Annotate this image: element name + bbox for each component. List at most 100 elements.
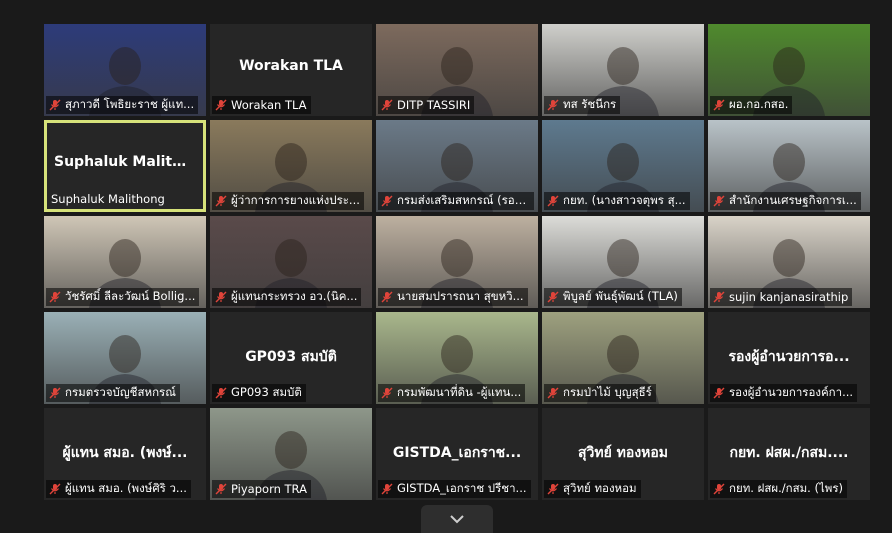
participant-name-text: กรมป่าไม้ บุญสุธีร์ xyxy=(563,385,652,399)
participant-name-text: DITP TASSIRI xyxy=(397,98,471,112)
participant-tile[interactable]: สำนักงานเศรษฐกิจการเ... xyxy=(708,120,870,212)
participant-name-text: สุวิทย์ ทองหอม xyxy=(563,481,637,495)
participant-name-text: รองผู้อำนวยการองค์กา... xyxy=(729,385,854,399)
microphone-muted-icon xyxy=(215,99,227,111)
microphone-muted-icon xyxy=(49,99,61,111)
participant-name-text: ผู้แทน สมอ. (พงษ์ศิริ ว... xyxy=(65,481,187,495)
participant-name-label: Worakan TLA xyxy=(212,96,311,114)
participant-tile[interactable]: DITP TASSIRI xyxy=(376,24,538,116)
participant-name-text: ผู้แทนกระทรวง อว.(นิค... xyxy=(231,289,358,303)
microphone-muted-icon xyxy=(713,195,725,207)
microphone-muted-icon xyxy=(547,99,559,111)
participant-name-label: นายสมปรารถนา สุขหวิ... xyxy=(378,288,528,306)
microphone-muted-icon xyxy=(49,291,61,303)
participant-name-text: กยท. ฝสผ./กสม. (ไพร) xyxy=(729,481,844,495)
participant-name-label: กรมป่าไม้ บุญสุธีร์ xyxy=(544,384,656,402)
participant-tile[interactable]: กรมพัฒนาที่ดิน -ผู้แทน... xyxy=(376,312,538,404)
participant-name-text: ผู้ว่าการการยางแห่งประ... xyxy=(231,193,360,207)
microphone-muted-icon xyxy=(381,387,393,399)
participant-tile[interactable]: กรมป่าไม้ บุญสุธีร์ xyxy=(542,312,704,404)
participant-name-label: วัชรัศมิ์ ลีละวัฒน์ Bollig... xyxy=(46,288,200,306)
participant-name-text: สำนักงานเศรษฐกิจการเ... xyxy=(729,193,857,207)
participant-name-text: กรมพัฒนาที่ดิน -ผู้แทน... xyxy=(397,385,522,399)
participant-name-label: สุภาวดี โพธิยะราช ผู้แท... xyxy=(46,96,199,114)
participant-name-label: กรมตรวจบัญชีสหกรณ์ xyxy=(46,384,180,402)
microphone-muted-icon xyxy=(49,483,61,495)
microphone-muted-icon xyxy=(381,483,393,495)
collapse-gallery-button[interactable] xyxy=(421,505,493,533)
participant-tile[interactable]: วัชรัศมิ์ ลีละวัฒน์ Bollig... xyxy=(44,216,206,308)
microphone-muted-icon xyxy=(547,195,559,207)
participant-name-label: กยท. (นางสาวจตุพร สุ... xyxy=(544,192,690,210)
participant-name-label: sujin kanjanasirathip xyxy=(710,288,853,306)
participant-tile[interactable]: GISTDA_เอกราช... GISTDA_เอกราช ปรีชา... xyxy=(376,408,538,500)
microphone-muted-icon xyxy=(713,387,725,399)
participant-tile[interactable]: ผอ.กอ.กสอ. xyxy=(708,24,870,116)
microphone-muted-icon xyxy=(713,483,725,495)
microphone-muted-icon xyxy=(547,387,559,399)
participant-tile[interactable]: กรมส่งเสริมสหกรณ์ (รองอ... xyxy=(376,120,538,212)
video-grid: สุภาวดี โพธิยะราช ผู้แท... Worakan TLA Wor… xyxy=(44,24,870,500)
participant-tile[interactable]: Suphaluk Malith... Suphaluk Malithong xyxy=(44,120,206,212)
participant-name-text: กยท. (นางสาวจตุพร สุ... xyxy=(563,193,686,207)
participant-tile[interactable]: สุภาวดี โพธิยะราช ผู้แท... xyxy=(44,24,206,116)
participant-name-label: กรมส่งเสริมสหกรณ์ (รองอ... xyxy=(378,192,534,210)
participant-tile[interactable]: กยท. (นางสาวจตุพร สุ... xyxy=(542,120,704,212)
participant-display-name: Suphaluk Malith... xyxy=(54,154,199,170)
participant-tile[interactable]: กรมตรวจบัญชีสหกรณ์ xyxy=(44,312,206,404)
participant-name-label: กยท. ฝสผ./กสม. (ไพร) xyxy=(710,480,848,498)
participant-name-label: รองผู้อำนวยการองค์กา... xyxy=(710,384,858,402)
participant-name-label: ผู้ว่าการการยางแห่งประ... xyxy=(212,192,364,210)
microphone-muted-icon xyxy=(713,291,725,303)
participant-name-text: sujin kanjanasirathip xyxy=(729,290,849,304)
participant-name-label: GP093 สมบัติ xyxy=(212,384,306,402)
microphone-muted-icon xyxy=(381,99,393,111)
participant-tile[interactable]: ผู้แทนกระทรวง อว.(นิค... xyxy=(210,216,372,308)
participant-tile[interactable]: ผู้ว่าการการยางแห่งประ... xyxy=(210,120,372,212)
participant-name-text: Suphaluk Malithong xyxy=(51,192,165,206)
participant-name-label: ผู้แทน สมอ. (พงษ์ศิริ ว... xyxy=(46,480,191,498)
participant-name-label: ผู้แทนกระทรวง อว.(นิค... xyxy=(212,288,362,306)
participant-tile[interactable]: รองผู้อำนวยการอ... รองผู้อำนวยการองค์กา..… xyxy=(708,312,870,404)
participant-name-label: ทส รัชนีกร xyxy=(544,96,621,114)
participant-display-name: GISTDA_เอกราช... xyxy=(392,445,522,461)
participant-tile[interactable]: Piyaporn TRA xyxy=(210,408,372,500)
participant-name-text: นายสมปรารถนา สุขหวิ... xyxy=(397,289,524,303)
microphone-muted-icon xyxy=(215,387,227,399)
microphone-muted-icon xyxy=(215,291,227,303)
participant-name-text: วัชรัศมิ์ ลีละวัฒน์ Bollig... xyxy=(65,289,196,303)
microphone-muted-icon xyxy=(215,483,227,495)
chevron-down-icon xyxy=(450,515,464,524)
participant-tile[interactable]: กยท. ฝสผ./กสม.... กยท. ฝสผ./กสม. (ไพร) xyxy=(708,408,870,500)
participant-tile[interactable]: Worakan TLA Worakan TLA xyxy=(210,24,372,116)
participant-name-text: Piyaporn TRA xyxy=(231,482,307,496)
participant-display-name: ผู้แทน สมอ. (พงษ์... xyxy=(62,445,188,461)
participant-tile[interactable]: พิบูลย์ พันธุ์พัฒน์ (TLA) xyxy=(542,216,704,308)
participant-tile[interactable]: GP093 สมบัติ GP093 สมบัติ xyxy=(210,312,372,404)
participant-tile[interactable]: สุวิทย์ ทองหอม สุวิทย์ ทองหอม xyxy=(542,408,704,500)
microphone-muted-icon xyxy=(49,387,61,399)
participant-tile[interactable]: ทส รัชนีกร xyxy=(542,24,704,116)
participant-display-name: สุวิทย์ ทองหอม xyxy=(577,445,669,461)
participant-tile[interactable]: sujin kanjanasirathip xyxy=(708,216,870,308)
microphone-muted-icon xyxy=(547,291,559,303)
participant-display-name: GP093 สมบัติ xyxy=(245,349,337,365)
participant-tile[interactable]: ผู้แทน สมอ. (พงษ์... ผู้แทน สมอ. (พงษ์ศิร… xyxy=(44,408,206,500)
participant-tile[interactable]: นายสมปรารถนา สุขหวิ... xyxy=(376,216,538,308)
participant-name-text: GISTDA_เอกราช ปรีชา... xyxy=(397,481,527,495)
participant-name-label: DITP TASSIRI xyxy=(378,96,475,114)
participant-name-label: สุวิทย์ ทองหอม xyxy=(544,480,641,498)
participant-name-text: ผอ.กอ.กสอ. xyxy=(729,97,789,111)
participant-name-text: ทส รัชนีกร xyxy=(563,97,617,111)
participant-name-text: กรมส่งเสริมสหกรณ์ (รองอ... xyxy=(397,193,530,207)
microphone-muted-icon xyxy=(381,195,393,207)
participant-name-label: พิบูลย์ พันธุ์พัฒน์ (TLA) xyxy=(544,288,682,306)
participant-name-label: ผอ.กอ.กสอ. xyxy=(710,96,793,114)
microphone-muted-icon xyxy=(713,99,725,111)
participant-name-label: Suphaluk Malithong xyxy=(48,190,169,208)
participant-name-label: สำนักงานเศรษฐกิจการเ... xyxy=(710,192,861,210)
microphone-muted-icon xyxy=(547,483,559,495)
microphone-muted-icon xyxy=(215,195,227,207)
participant-name-text: GP093 สมบัติ xyxy=(231,385,302,399)
participant-name-text: พิบูลย์ พันธุ์พัฒน์ (TLA) xyxy=(563,289,678,303)
